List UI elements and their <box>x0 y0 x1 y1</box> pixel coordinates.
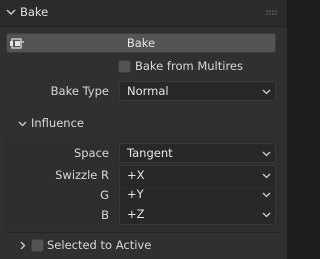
bake-type-value: Normal <box>127 84 169 98</box>
divider <box>6 232 281 233</box>
space-dropdown[interactable]: Tangent <box>119 143 276 163</box>
chevron-down-icon[interactable] <box>17 118 28 129</box>
selected-to-active-subpanel-header[interactable]: Selected to Active <box>0 234 287 258</box>
bake-button-label: Bake <box>126 36 156 50</box>
influence-subpanel-header[interactable]: Influence <box>0 112 287 136</box>
chevron-right-icon[interactable] <box>17 240 28 251</box>
drag-handle-icon[interactable] <box>266 10 278 16</box>
bake-from-multires-label[interactable]: Bake from Multires <box>135 59 243 73</box>
chevron-down-icon <box>262 173 271 179</box>
space-label: Space <box>73 146 109 160</box>
bake-type-label: Bake Type <box>50 84 109 98</box>
influence-title: Influence <box>31 116 84 130</box>
panel-title: Bake <box>20 5 49 19</box>
swizzle-b-label: B <box>101 208 109 222</box>
swizzle-b-dropdown[interactable]: +Z <box>119 205 276 225</box>
selected-to-active-label[interactable]: Selected to Active <box>47 238 151 252</box>
selected-to-active-checkbox[interactable] <box>31 239 44 252</box>
chevron-down-icon <box>262 192 271 198</box>
chevron-down-icon <box>262 212 271 218</box>
swizzle-g-label: G <box>100 188 109 202</box>
chevron-down-icon <box>262 151 271 157</box>
swizzle-r-dropdown[interactable]: +X <box>119 165 276 185</box>
swizzle-g-dropdown[interactable]: +Y <box>119 185 276 205</box>
swizzle-b-value: +Z <box>127 207 145 221</box>
chevron-down-icon <box>262 89 271 95</box>
swizzle-r-label: Swizzle R <box>55 168 109 182</box>
bake-type-dropdown[interactable]: Normal <box>119 81 276 101</box>
bake-panel-header[interactable]: Bake <box>0 0 287 27</box>
bake-button[interactable]: Bake <box>6 33 276 53</box>
bake-from-multires-checkbox[interactable] <box>118 60 131 73</box>
space-value: Tangent <box>127 146 173 160</box>
swizzle-g-value: +Y <box>127 187 144 201</box>
swizzle-r-value: +X <box>127 168 145 182</box>
bake-panel: Bake Bake Bake from Multires Bake Type N… <box>0 0 287 259</box>
chevron-down-icon[interactable] <box>5 6 17 18</box>
